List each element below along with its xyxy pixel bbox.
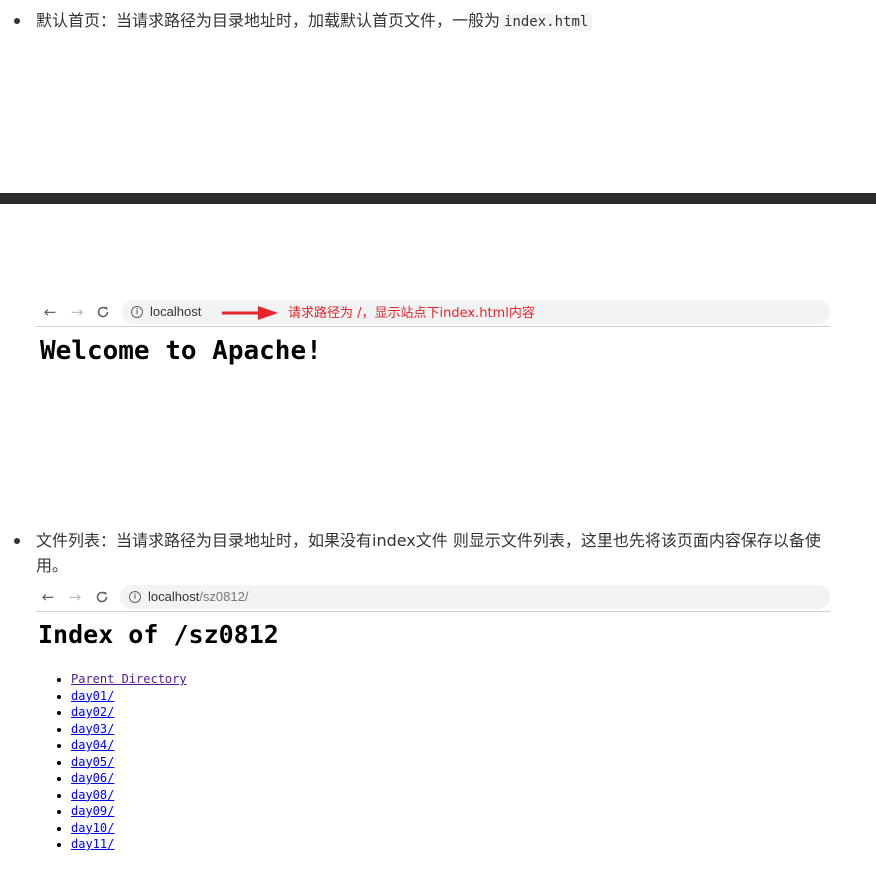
apache-welcome-heading: Welcome to Apache!	[40, 336, 322, 366]
divider-bar	[0, 193, 876, 204]
browser-toolbar: ← → i localhost/sz0812/	[36, 585, 830, 612]
list-item: day04/	[71, 737, 187, 754]
list-item: day09/	[71, 803, 187, 820]
list-item: day01/	[71, 688, 187, 705]
directory-link[interactable]: day10/	[71, 821, 114, 835]
directory-link[interactable]: day05/	[71, 755, 114, 769]
list-item: day10/	[71, 820, 187, 837]
annotation-label: 请求路径为 /，显示站点下index.html内容	[288, 306, 535, 321]
directory-link[interactable]: day08/	[71, 788, 114, 802]
list-item: day02/	[71, 704, 187, 721]
directory-link[interactable]: day06/	[71, 771, 114, 785]
directory-list: Parent Directory day01/day02/day03/day04/…	[55, 671, 187, 853]
back-arrow-icon[interactable]: ←	[40, 302, 60, 322]
bullet-file-list: 文件列表：当请求路径为目录地址时，如果没有index文件 则显示文件列表，这里也…	[14, 528, 844, 578]
bullet-dot	[14, 18, 20, 24]
directory-link[interactable]: day04/	[71, 738, 114, 752]
info-icon[interactable]: i	[129, 591, 141, 603]
red-arrow-icon	[222, 306, 278, 320]
forward-arrow-icon[interactable]: →	[65, 587, 85, 607]
forward-arrow-icon[interactable]: →	[67, 302, 87, 322]
list-item: day11/	[71, 836, 187, 853]
bullet-text: 文件列表：当请求路径为目录地址时，如果没有index文件 则显示文件列表，这里也…	[36, 531, 821, 575]
list-item: day03/	[71, 721, 187, 738]
index-heading: Index of /sz0812	[38, 620, 279, 649]
address-url: localhost	[150, 304, 202, 319]
list-item: day05/	[71, 754, 187, 771]
address-bar[interactable]: i localhost/sz0812/	[120, 585, 830, 609]
bullet-dot	[14, 538, 20, 544]
info-icon[interactable]: i	[131, 306, 143, 318]
list-item: Parent Directory	[71, 671, 187, 688]
directory-link[interactable]: day02/	[71, 705, 114, 719]
bullet-default-index: 默认首页：当请求路径为目录地址时，加载默认首页文件，一般为 index.html	[14, 8, 593, 35]
bullet-text: 默认首页：当请求路径为目录地址时，加载默认首页文件，一般为 index.html	[36, 8, 593, 35]
reload-icon[interactable]	[93, 302, 113, 322]
directory-link[interactable]: day01/	[71, 689, 114, 703]
list-item: day08/	[71, 787, 187, 804]
back-arrow-icon[interactable]: ←	[38, 587, 58, 607]
directory-link[interactable]: day11/	[71, 837, 114, 851]
inline-code: index.html	[500, 13, 593, 31]
list-item: day06/	[71, 770, 187, 787]
directory-link[interactable]: day03/	[71, 722, 114, 736]
parent-directory-link[interactable]: Parent Directory	[71, 672, 187, 686]
reload-icon[interactable]	[92, 587, 112, 607]
directory-link[interactable]: day09/	[71, 804, 114, 818]
address-url: localhost/sz0812/	[148, 589, 249, 604]
